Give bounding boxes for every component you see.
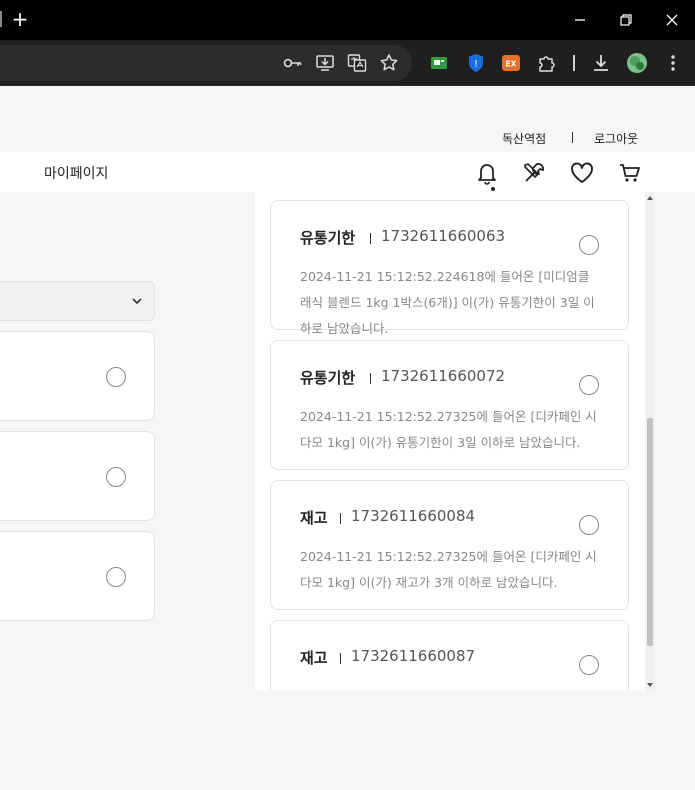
notification-panel[interactable]: 유통기한 1732611660063 2024-11-21 15:12:52.2… — [255, 192, 655, 691]
notification-id: 1732611660063 — [381, 227, 506, 245]
bell-icon[interactable] — [474, 160, 500, 186]
extension-green-icon[interactable] — [428, 52, 450, 74]
browser-tab-bar — [0, 0, 695, 40]
notification-message: 2024-11-21 15:12:52.224618에 들어온 [미디엄클래식 … — [300, 269, 595, 336]
bookmark-star-icon[interactable] — [378, 52, 400, 74]
more-menu-icon[interactable] — [662, 52, 684, 74]
tab-edge[interactable] — [0, 11, 2, 27]
new-tab-button[interactable]: + — [11, 8, 29, 30]
store-name-link[interactable]: 독산역점 — [502, 130, 546, 147]
ex-badge-text: EX — [506, 60, 517, 69]
notification-divider — [340, 513, 341, 524]
notification-type: 유통기한 — [300, 369, 356, 387]
list-card[interactable] — [0, 531, 155, 621]
list-card-radio[interactable] — [106, 367, 126, 387]
shield-badge-text: ! — [474, 59, 478, 70]
scroll-up-arrow[interactable] — [647, 196, 653, 200]
notification-content: 재고 1732611660087 — [270, 620, 629, 691]
profile-avatar[interactable] — [626, 52, 648, 74]
panel-scrollbar-thumb[interactable] — [647, 418, 653, 646]
toolbar-divider — [573, 55, 575, 71]
restore-icon[interactable] — [616, 10, 636, 30]
notification-divider — [370, 373, 371, 384]
close-window-icon[interactable] — [662, 10, 682, 30]
download-icon[interactable] — [590, 52, 612, 74]
list-card-radio[interactable] — [106, 467, 126, 487]
notification-radio[interactable] — [579, 515, 599, 535]
notification-id: 1732611660084 — [351, 507, 476, 525]
translate-icon[interactable] — [346, 52, 368, 74]
logout-link[interactable]: 로그아웃 — [594, 130, 638, 147]
chevron-down-icon — [132, 298, 142, 305]
tools-icon[interactable] — [521, 160, 547, 186]
notification-type: 재고 — [300, 649, 328, 667]
notification-id: 1732611660072 — [381, 367, 506, 385]
nav-mypage[interactable]: 마이페이지 — [44, 163, 108, 183]
notification-type: 유통기한 — [300, 229, 356, 247]
list-card[interactable] — [0, 331, 155, 421]
install-app-icon[interactable] — [314, 52, 336, 74]
notification-divider — [370, 233, 371, 244]
notification-radio[interactable] — [579, 655, 599, 675]
scroll-down-arrow[interactable] — [647, 683, 653, 687]
notification-type: 재고 — [300, 509, 328, 527]
ex-extension-icon[interactable]: EX — [500, 52, 522, 74]
heart-icon[interactable] — [569, 160, 595, 186]
notification-message: 2024-11-21 15:12:52.27325에 들어온 [디카페인 시다모… — [300, 549, 597, 590]
utility-bar — [0, 86, 695, 152]
notification-message: 2024-11-21 15:12:52.27325에 들어온 [디카페인 시다모… — [300, 409, 597, 450]
puzzle-extensions-icon[interactable] — [536, 52, 558, 74]
list-card-radio[interactable] — [106, 567, 126, 587]
list-card[interactable] — [0, 431, 155, 521]
notification-radio[interactable] — [579, 235, 599, 255]
cart-icon[interactable] — [617, 160, 643, 186]
bell-indicator — [491, 187, 495, 191]
minimize-icon[interactable] — [570, 10, 590, 30]
notification-radio[interactable] — [579, 375, 599, 395]
key-icon[interactable] — [282, 52, 304, 74]
notification-divider — [340, 653, 341, 664]
shield-extension-icon[interactable]: ! — [465, 52, 487, 74]
notification-id: 1732611660087 — [351, 647, 476, 665]
utility-divider — [572, 132, 573, 143]
